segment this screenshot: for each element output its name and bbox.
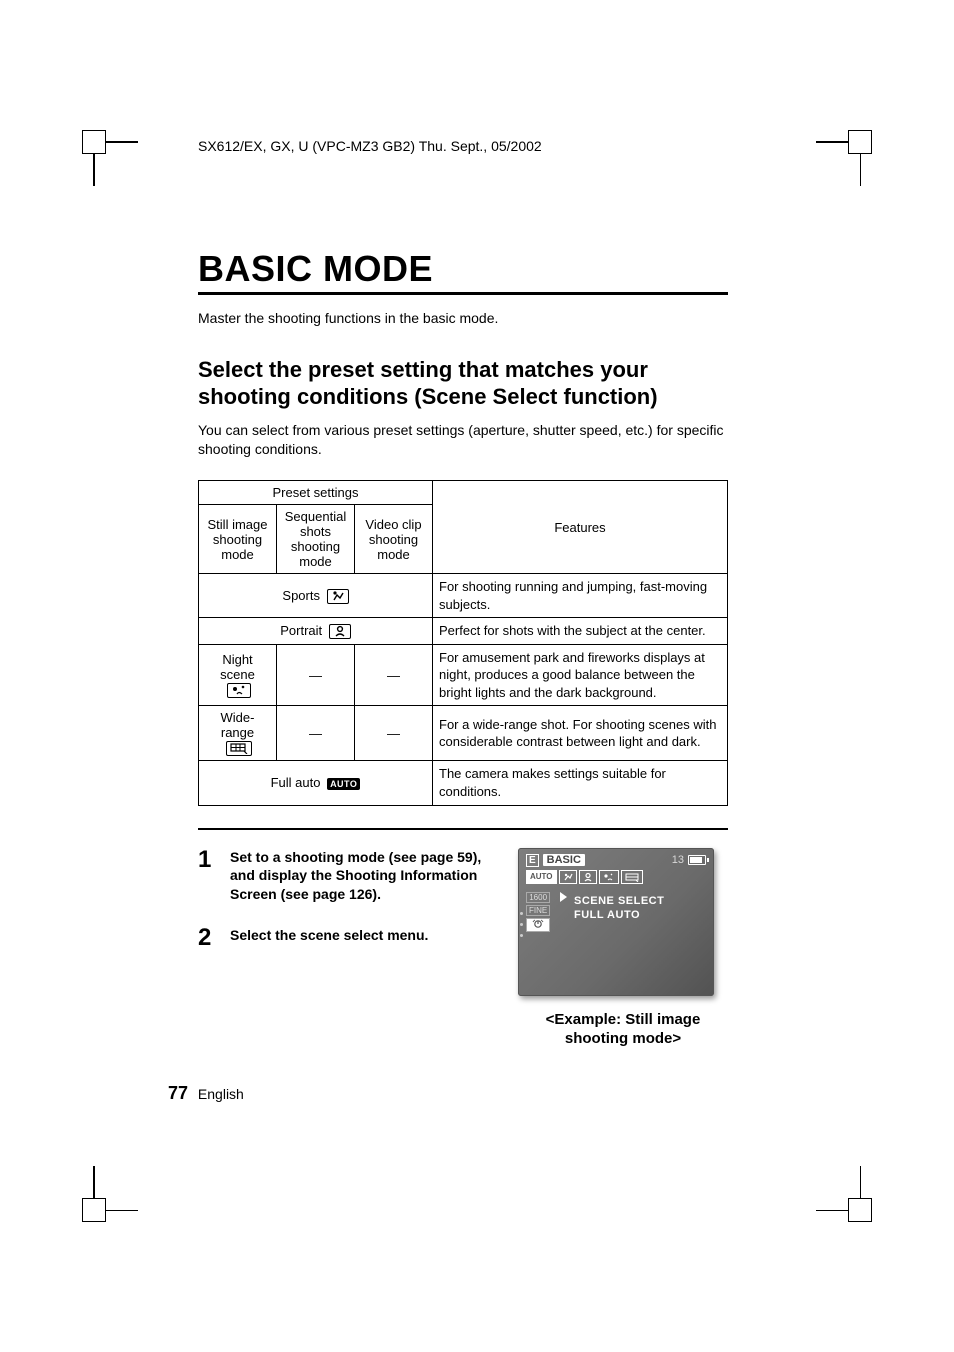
table-row: Sports For shooting running and jumping,…: [199, 574, 728, 618]
page-title: BASIC MODE: [198, 248, 728, 290]
mode-label: Portrait: [199, 618, 433, 645]
preset-header: Preset settings: [199, 481, 433, 505]
lcd-fine-chip: FINE: [526, 905, 550, 916]
seq-cell: —: [277, 644, 355, 706]
night-icon: [227, 683, 251, 698]
lcd-mode-night-icon: [599, 870, 619, 884]
battery-icon: [688, 855, 706, 865]
feature-text: For a wide-range shot. For shooting scen…: [433, 706, 728, 761]
sports-icon: [327, 589, 349, 604]
seq-cell: —: [277, 706, 355, 761]
table-row: Night scene——For amusement park and fire…: [199, 644, 728, 706]
mode-label: Night scene: [199, 644, 277, 706]
crop-mark-bottom-left: [82, 1166, 138, 1222]
lcd-selftimer-icon: [526, 918, 550, 932]
mode-label: Wide-range: [199, 706, 277, 761]
steps-rule: [198, 828, 728, 830]
step-text: Set to a shooting mode (see page 59), an…: [230, 848, 488, 905]
intro-text: Master the shooting functions in the bas…: [198, 309, 728, 328]
step-number: 2: [198, 926, 216, 950]
step: 1Set to a shooting mode (see page 59), a…: [198, 848, 488, 905]
col-seq-header: Sequential shots shooting mode: [277, 505, 355, 574]
crop-mark-bottom-right: [816, 1166, 872, 1222]
mode-label: Sports: [199, 574, 433, 618]
lcd-mode-auto: AUTO: [526, 870, 557, 884]
footer-language: English: [198, 1086, 244, 1102]
lcd-basic-chip: BASIC: [543, 854, 585, 866]
title-rule: [198, 292, 728, 295]
lcd-e-indicator: E: [526, 854, 539, 867]
lcd-mode-portrait-icon: [579, 870, 597, 884]
table-row: Portrait Perfect for shots with the subj…: [199, 618, 728, 645]
lcd-count: 13: [672, 854, 684, 866]
step-text: Select the scene select menu.: [230, 926, 488, 950]
step: 2 Select the scene select menu.: [198, 926, 488, 950]
crop-mark-top-left: [82, 130, 138, 186]
section-description: You can select from various preset setti…: [198, 421, 728, 460]
features-header: Features: [433, 481, 728, 574]
col-video-header: Video clip shooting mode: [355, 505, 433, 574]
page-footer: 77 English: [168, 1083, 244, 1104]
page-number: 77: [168, 1083, 188, 1103]
lcd-side-dots: [520, 912, 523, 937]
lcd-mode-wide-icon: [621, 870, 643, 884]
table-row: Full auto AUTOThe camera makes settings …: [199, 761, 728, 805]
auto-icon: AUTO: [327, 778, 360, 790]
lcd-preview: E BASIC 13 AUTO 1600: [518, 848, 714, 996]
lcd-pointer-icon: [560, 892, 567, 902]
document-header: SX612/EX, GX, U (VPC-MZ3 GB2) Thu. Sept.…: [198, 138, 728, 154]
lcd-mode-sports-icon: [559, 870, 577, 884]
col-still-header: Still image shooting mode: [199, 505, 277, 574]
feature-text: For amusement park and fireworks display…: [433, 644, 728, 706]
preset-table: Preset settings Features Still image sho…: [198, 480, 728, 805]
step-number: 1: [198, 848, 216, 905]
lcd-res-chip: 1600: [526, 892, 550, 903]
mode-label: Full auto AUTO: [199, 761, 433, 805]
video-cell: —: [355, 706, 433, 761]
feature-text: Perfect for shots with the subject at th…: [433, 618, 728, 645]
lcd-menu-text: SCENE SELECT FULL AUTO: [574, 894, 664, 924]
video-cell: —: [355, 644, 433, 706]
table-row: Wide-range——For a wide-range shot. For s…: [199, 706, 728, 761]
portrait-icon: [329, 624, 351, 639]
crop-mark-top-right: [816, 130, 872, 186]
wide-icon: [226, 741, 252, 756]
feature-text: The camera makes settings suitable for c…: [433, 761, 728, 805]
section-heading: Select the preset setting that matches y…: [198, 356, 728, 411]
lcd-caption: <Example: Still image shooting mode>: [518, 1010, 728, 1049]
feature-text: For shooting running and jumping, fast-m…: [433, 574, 728, 618]
